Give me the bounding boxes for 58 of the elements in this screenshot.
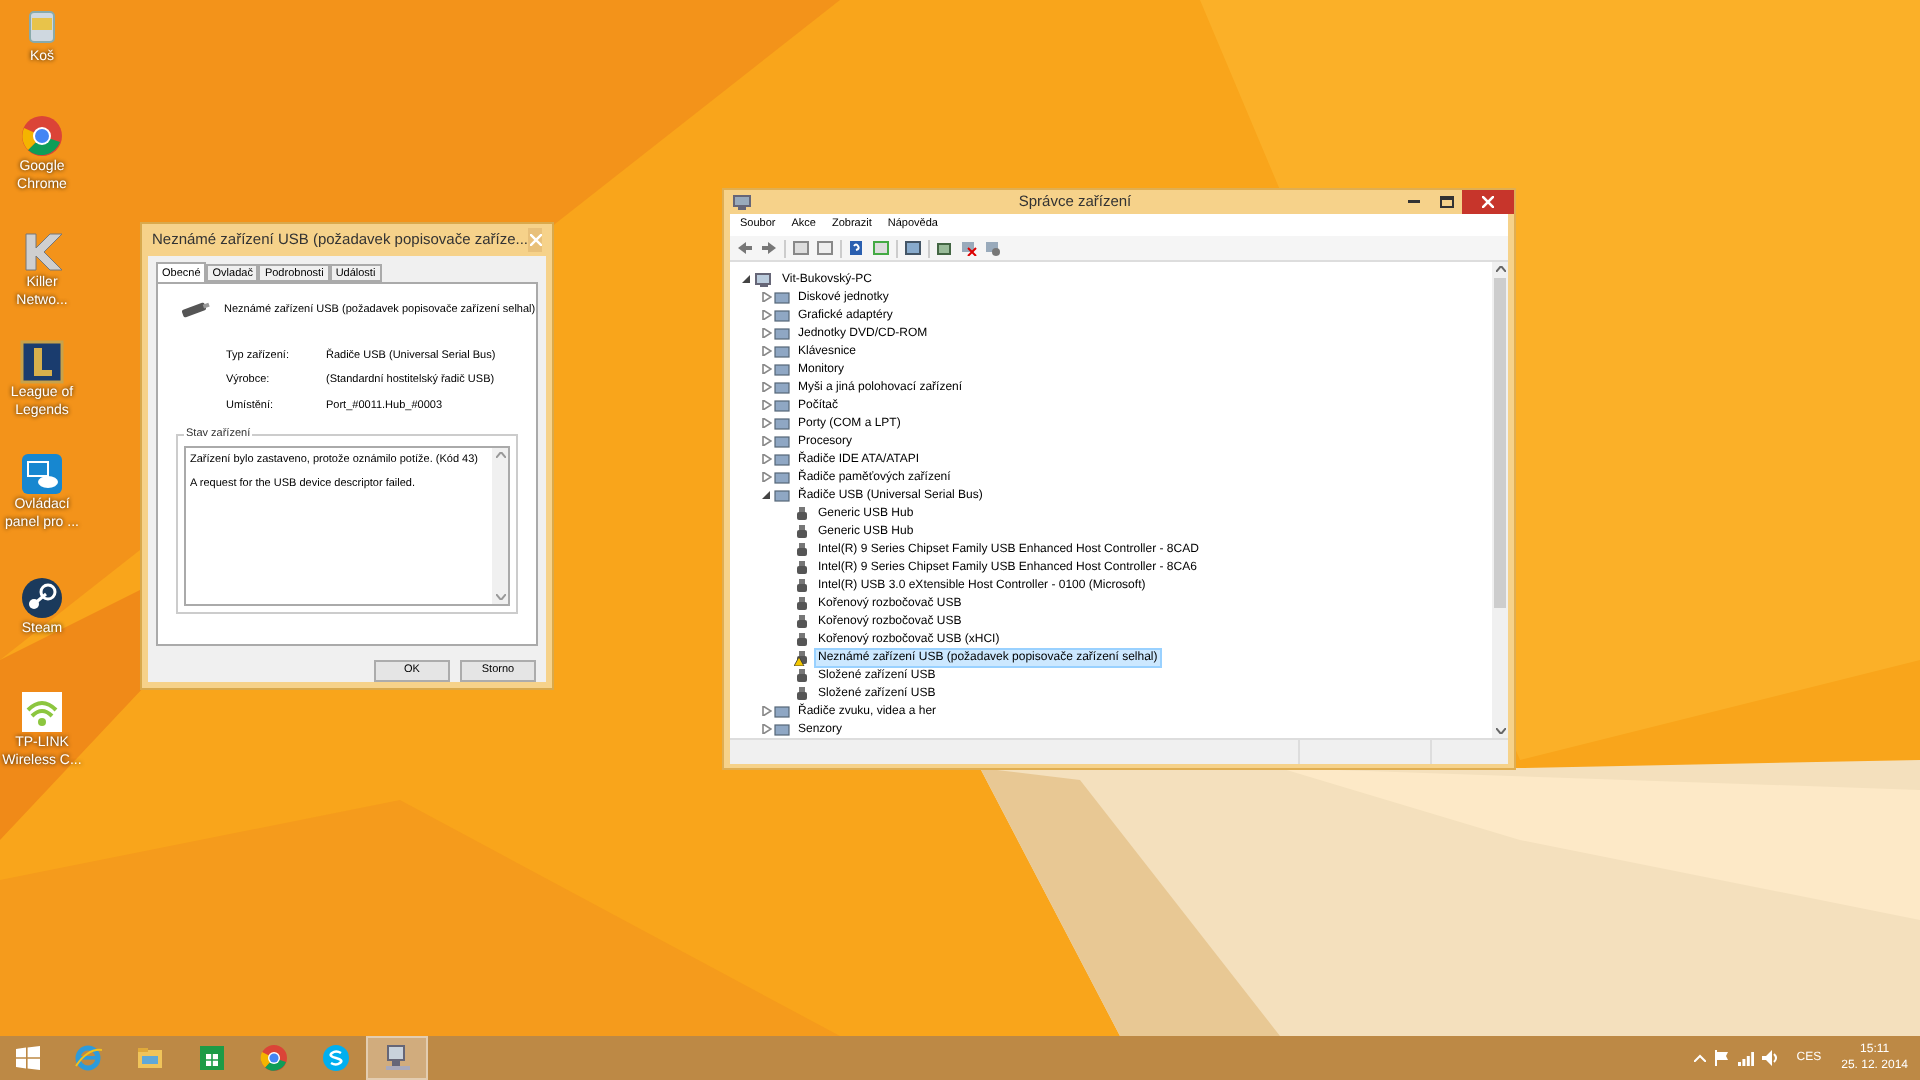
circle-logo-icon <box>20 114 64 158</box>
expand-arrow-icon[interactable] <box>762 382 772 392</box>
expand-arrow-icon[interactable] <box>762 706 772 716</box>
minimize-icon <box>1408 200 1420 204</box>
collapse-arrow-icon[interactable] <box>742 274 752 284</box>
expand-arrow-icon[interactable] <box>762 472 772 482</box>
flag-icon <box>1714 1050 1731 1066</box>
expand-arrow-icon[interactable] <box>762 724 772 734</box>
expand-arrow-icon[interactable] <box>762 292 772 302</box>
expand-arrow-icon[interactable] <box>762 400 772 410</box>
close-icon <box>1482 196 1494 208</box>
signal-bars-icon <box>1738 1050 1755 1066</box>
circle-logo-icon[interactable] <box>259 1044 287 1072</box>
usb-plug-icon <box>176 300 212 320</box>
expand-arrow-icon[interactable] <box>762 436 772 446</box>
computer-icon <box>732 193 752 211</box>
browser-e-icon[interactable] <box>73 1044 101 1072</box>
scroll-up-icon <box>1495 266 1505 272</box>
scrollbar[interactable] <box>1492 262 1508 738</box>
close-button[interactable] <box>1462 190 1514 214</box>
steam-icon <box>20 576 64 620</box>
store-icon[interactable] <box>197 1044 225 1072</box>
close-icon <box>529 234 541 246</box>
scan-icon[interactable] <box>904 240 922 256</box>
panel-icon[interactable] <box>872 240 890 256</box>
letter-k-icon <box>20 230 64 274</box>
expand-arrow-icon[interactable] <box>762 454 772 464</box>
scroll-thumb[interactable] <box>1494 278 1506 608</box>
help-icon[interactable] <box>848 240 866 256</box>
scroll-down-icon <box>1495 728 1505 734</box>
panel-icon[interactable] <box>792 240 810 256</box>
scrollbar[interactable] <box>492 447 508 604</box>
forward-arrow-icon[interactable] <box>760 240 778 256</box>
device-manager-icon[interactable] <box>383 1044 411 1072</box>
expand-arrow-icon[interactable] <box>762 328 772 338</box>
chevron-up-icon <box>1694 1054 1707 1062</box>
game-logo-icon <box>20 340 64 384</box>
windows-logo-icon <box>16 1046 40 1070</box>
taskbar-button[interactable] <box>366 1036 428 1080</box>
expand-arrow-icon[interactable] <box>762 418 772 428</box>
expand-arrow-icon[interactable] <box>762 364 772 374</box>
scroll-up-icon <box>495 451 505 458</box>
properties-icon[interactable] <box>816 240 834 256</box>
speaker-icon <box>1762 1050 1781 1066</box>
expand-arrow-icon[interactable] <box>762 346 772 356</box>
computer-icon <box>754 271 774 287</box>
back-arrow-icon[interactable] <box>736 240 754 256</box>
update-icon[interactable] <box>936 240 954 256</box>
enable-icon[interactable] <box>984 240 1002 256</box>
maximize-icon <box>1439 196 1453 208</box>
folder-icon[interactable] <box>135 1044 163 1072</box>
chat-s-icon[interactable] <box>321 1044 349 1072</box>
wifi-icon <box>20 690 64 734</box>
scroll-down-icon <box>495 593 505 600</box>
expand-arrow-icon[interactable] <box>762 310 772 320</box>
collapse-arrow-icon[interactable] <box>762 490 772 500</box>
control-panel-icon <box>20 452 64 496</box>
uninstall-icon[interactable] <box>960 240 978 256</box>
